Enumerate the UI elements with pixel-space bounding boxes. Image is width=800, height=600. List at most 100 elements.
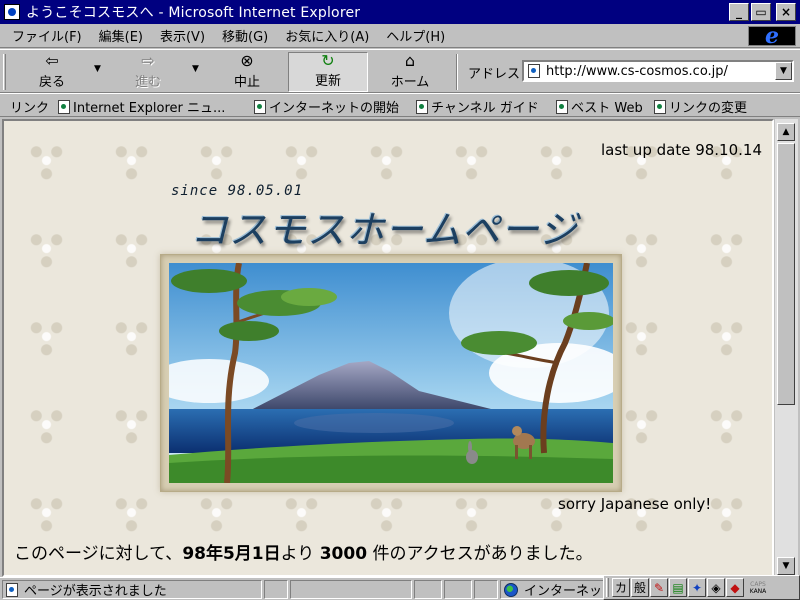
link-channel-guide-label: チャンネル ガイド (431, 101, 539, 116)
link-internet-start-label: インターネットの開始 (269, 101, 400, 116)
stop-icon: ⊗ (240, 51, 254, 70)
address-url[interactable]: http://www.cs-cosmos.co.jp/ (546, 64, 728, 79)
ie-page-icon[interactable] (4, 4, 20, 20)
link-page-icon (58, 99, 70, 114)
link-internet-start[interactable]: インターネットの開始 (254, 97, 399, 116)
menu-view[interactable]: 表示(V) (160, 26, 205, 45)
home-button[interactable]: ⌂ ホーム (374, 52, 446, 92)
forward-label: 進む (134, 75, 161, 90)
access-date: 98年5月1日 (182, 544, 281, 564)
link-channel-guide[interactable]: チャンネル ガイド (416, 97, 539, 116)
menu-edit[interactable]: 編集(E) (99, 26, 143, 45)
hero-image-frame (160, 254, 622, 492)
page-content: last up date 98.10.14 since 98.05.01 コスモ… (2, 119, 774, 577)
ime-grip[interactable] (606, 578, 609, 597)
toolbar-separator (456, 54, 458, 90)
link-page-icon (254, 99, 266, 114)
links-bar: リンク Internet Explorer ニュ... インターネットの開始 チ… (0, 93, 800, 117)
toolbar-grip[interactable] (3, 54, 6, 90)
close-button[interactable]: × (776, 3, 796, 21)
link-customize-label: リンクの変更 (669, 101, 748, 116)
caps-kana-indicator: CAPS KANA (745, 578, 771, 597)
globe-icon (504, 582, 518, 597)
back-dropdown-arrow[interactable]: ▼ (94, 64, 101, 74)
refresh-icon: ↻ (321, 51, 335, 70)
ime-properties-button[interactable]: ◈ (707, 578, 725, 597)
ie-logo-icon: e (748, 25, 796, 47)
ime-pad-button[interactable]: ✎ (650, 578, 668, 597)
ime-dictionary-button[interactable]: ▤ (669, 578, 687, 597)
status-panel-progress (290, 580, 412, 599)
ime-help-icon: ◆ (730, 580, 740, 595)
access-counter-text: このページに対して、98年5月1日より 3000 件のアクセスがありました。 (14, 539, 593, 564)
links-label: リンク (10, 101, 50, 116)
menu-go[interactable]: 移動(G) (222, 26, 268, 45)
access-middle: より (280, 544, 315, 564)
access-count: 3000 (319, 544, 368, 564)
ime-tool-button[interactable]: ✦ (688, 578, 706, 597)
stop-label: 中止 (233, 75, 260, 90)
menu-favorites[interactable]: お気に入り(A) (285, 26, 369, 45)
link-page-icon (416, 99, 428, 114)
stop-button[interactable]: ⊗ 中止 (212, 52, 282, 92)
ime-dictionary-icon: ▤ (672, 580, 684, 595)
status-panel-empty (264, 580, 288, 599)
maximize-button[interactable]: ▭ (751, 3, 771, 21)
status-panel-empty (414, 580, 442, 599)
vertical-scrollbar[interactable]: ▲ ▼ (774, 119, 798, 577)
link-best-web[interactable]: ベスト Web (556, 97, 643, 116)
japanese-only-note: sorry Japanese only! (558, 495, 712, 513)
ime-conversion-mode-button[interactable]: 般 (631, 578, 649, 597)
link-page-icon (556, 99, 568, 114)
forward-arrow-icon: ⇨ (141, 51, 155, 70)
address-label: アドレス (468, 67, 521, 82)
link-page-icon (654, 99, 666, 114)
minimize-button[interactable]: _ (729, 3, 749, 21)
security-zone: インターネット (524, 584, 603, 599)
forward-button[interactable]: ⇨ 進む (116, 52, 180, 92)
ime-pad-icon: ✎ (653, 580, 665, 595)
scroll-up-button[interactable]: ▲ (777, 123, 795, 141)
page-icon (6, 582, 18, 597)
kana-indicator: KANA (749, 587, 767, 595)
window-title: ようこそコスモスへ - Microsoft Internet Explorer (26, 5, 361, 21)
refresh-button[interactable]: ↻ 更新 (288, 52, 368, 92)
address-dropdown-button[interactable]: ▼ (775, 62, 792, 80)
page-icon (528, 64, 540, 78)
menu-file[interactable]: ファイル(F) (12, 26, 82, 45)
caps-indicator: CAPS (750, 580, 766, 588)
back-button[interactable]: ⇦ 戻る (20, 52, 84, 92)
menu-bar: ファイル(F) 編集(E) 表示(V) 移動(G) お気に入り(A) ヘルプ(H… (0, 24, 800, 48)
link-customize[interactable]: リンクの変更 (654, 97, 747, 116)
access-prefix: このページに対して、 (14, 544, 183, 564)
ime-input-mode-button[interactable]: カ (612, 578, 630, 597)
link-ie-news[interactable]: Internet Explorer ニュ... (58, 97, 225, 116)
status-message-panel: ページが表示されました (2, 580, 262, 599)
since-text: since 98.05.01 (171, 183, 304, 199)
standard-toolbar: ⇦ 戻る ▼ ⇨ 進む ▼ ⊗ 中止 ↻ 更新 ⌂ ホーム アドレス http:… (0, 49, 800, 93)
link-best-web-label: ベスト Web (571, 101, 643, 116)
title-bar: ようこそコスモスへ - Microsoft Internet Explorer … (0, 0, 800, 24)
home-icon: ⌂ (404, 51, 416, 70)
window-controls: _ ▭ × (729, 3, 796, 21)
ime-toolbar: カ 般 ✎ ▤ ✦ ◈ ◆ CAPS KANA (603, 575, 800, 600)
last-update-text: last up date 98.10.14 (600, 141, 762, 159)
link-ie-news-label: Internet Explorer ニュ... (73, 101, 226, 116)
back-arrow-icon: ⇦ (45, 51, 59, 70)
status-panel-empty (474, 580, 498, 599)
security-zone-panel: インターネット (500, 580, 604, 599)
landscape-illustration (169, 263, 613, 483)
scroll-thumb[interactable] (777, 143, 795, 405)
refresh-label: 更新 (314, 74, 341, 89)
ime-help-button[interactable]: ◆ (726, 578, 744, 597)
status-panel-empty (444, 580, 472, 599)
menu-help[interactable]: ヘルプ(H) (386, 26, 445, 45)
home-label: ホーム (390, 75, 430, 90)
scroll-down-button[interactable]: ▼ (777, 557, 795, 575)
status-message: ページが表示されました (24, 584, 167, 599)
address-field[interactable]: http://www.cs-cosmos.co.jp/ ▼ (522, 60, 794, 82)
ime-properties-icon: ◈ (711, 580, 721, 595)
page-title: コスモスホームページ (190, 208, 579, 252)
forward-dropdown-arrow[interactable]: ▼ (192, 64, 199, 74)
access-suffix: 件のアクセスがありました。 (372, 544, 593, 564)
